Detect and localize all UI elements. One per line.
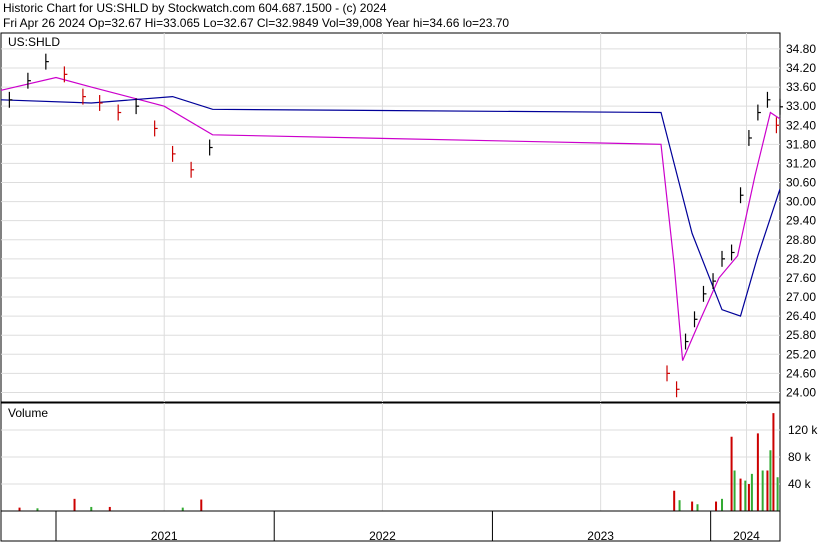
year-tick-label: 2022 [369, 529, 396, 543]
volume-bar [772, 413, 775, 511]
volume-tick-label: 80 k [788, 450, 812, 464]
volume-bar [18, 507, 21, 511]
volume-bar [691, 501, 694, 511]
volume-bar [673, 490, 676, 511]
price-tick-label: 24.00 [786, 385, 816, 399]
volume-bar [776, 477, 779, 511]
price-tick-label: 28.20 [786, 252, 816, 266]
price-tick-label: 28.80 [786, 233, 816, 247]
price-tick-label: 27.00 [786, 290, 816, 304]
price-tick-label: 31.80 [786, 137, 816, 151]
volume-bar [73, 498, 76, 511]
price-tick-label: 27.60 [786, 271, 816, 285]
price-tick-label: 30.00 [786, 195, 816, 209]
price-tick-label: 25.80 [786, 328, 816, 342]
year-tick-label: 2021 [151, 529, 178, 543]
price-tick-label: 25.20 [786, 347, 816, 361]
price-tick-label: 26.40 [786, 309, 816, 323]
volume-bar [769, 450, 772, 511]
volume-bar [756, 433, 759, 511]
year-tick-label: 2023 [587, 529, 614, 543]
volume-bar [750, 473, 753, 511]
price-panel-title: US:SHLD [8, 35, 60, 49]
year-tick-label: 2024 [733, 529, 760, 543]
price-tick-label: 33.60 [786, 80, 816, 94]
volume-bar [200, 499, 203, 511]
price-tick-label: 31.20 [786, 156, 816, 170]
price-tick-label: 32.40 [786, 118, 816, 132]
volume-bar [744, 480, 747, 511]
volume-bar [747, 484, 750, 511]
price-tick-label: 30.60 [786, 176, 816, 190]
volume-tick-label: 40 k [788, 477, 812, 491]
volume-bar [733, 470, 736, 511]
volume-bar [721, 498, 724, 511]
volume-bar [766, 470, 769, 511]
volume-bar [678, 500, 681, 511]
volume-axis: 120 k 80 k 40 k [788, 423, 818, 491]
volume-tick-label: 120 k [788, 423, 818, 437]
volume-bar [739, 478, 742, 511]
volume-bar [108, 506, 111, 511]
volume-panel-title: Volume [8, 406, 48, 420]
volume-bar [181, 507, 184, 511]
volume-bar [90, 506, 93, 511]
price-panel-frame [0, 32, 781, 403]
price-tick-label: 33.00 [786, 99, 816, 113]
price-tick-label: 24.60 [786, 366, 816, 380]
volume-bar [761, 470, 764, 511]
price-tick-label: 34.80 [786, 42, 816, 56]
price-tick-label: 29.40 [786, 214, 816, 228]
volume-bar [715, 501, 718, 511]
volume-bar [696, 504, 699, 511]
stock-chart: US:SHLD 34.80 34.20 33.60 33.00 32.40 31.80 31… [0, 32, 818, 543]
price-axis: 34.80 34.20 33.60 33.00 32.40 31.80 31.20 30.60… [786, 42, 816, 400]
volume-bar [730, 436, 733, 511]
price-tick-label: 34.20 [786, 61, 816, 75]
